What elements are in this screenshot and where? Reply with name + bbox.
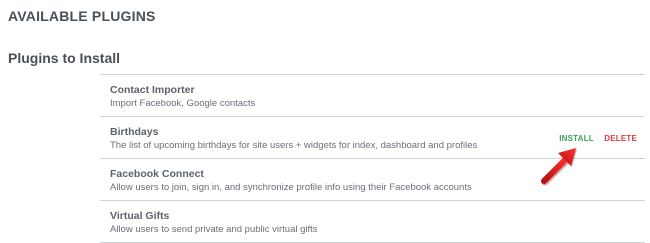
plugin-row-contact-importer[interactable]: Contact Importer Import Facebook, Google…: [100, 75, 645, 117]
plugin-description: Allow users to join, sign in, and synchr…: [110, 182, 472, 193]
page-title: AVAILABLE PLUGINS: [8, 8, 156, 24]
plugin-name: Birthdays: [110, 126, 159, 138]
section-title: Plugins to Install: [8, 50, 121, 66]
plugin-description: The list of upcoming birthdays for site …: [110, 140, 478, 151]
plugin-name: Virtual Gifts: [110, 210, 170, 222]
plugin-name: Contact Importer: [110, 84, 195, 96]
plugin-description: Allow users to send private and public v…: [110, 224, 318, 235]
plugin-row-virtual-gifts[interactable]: Virtual Gifts Allow users to send privat…: [100, 201, 645, 243]
delete-button[interactable]: DELETE: [604, 134, 637, 143]
plugin-name: Facebook Connect: [110, 168, 204, 180]
plugin-description: Import Facebook, Google contacts: [110, 98, 256, 109]
red-pointer-arrow-icon: [541, 148, 577, 186]
